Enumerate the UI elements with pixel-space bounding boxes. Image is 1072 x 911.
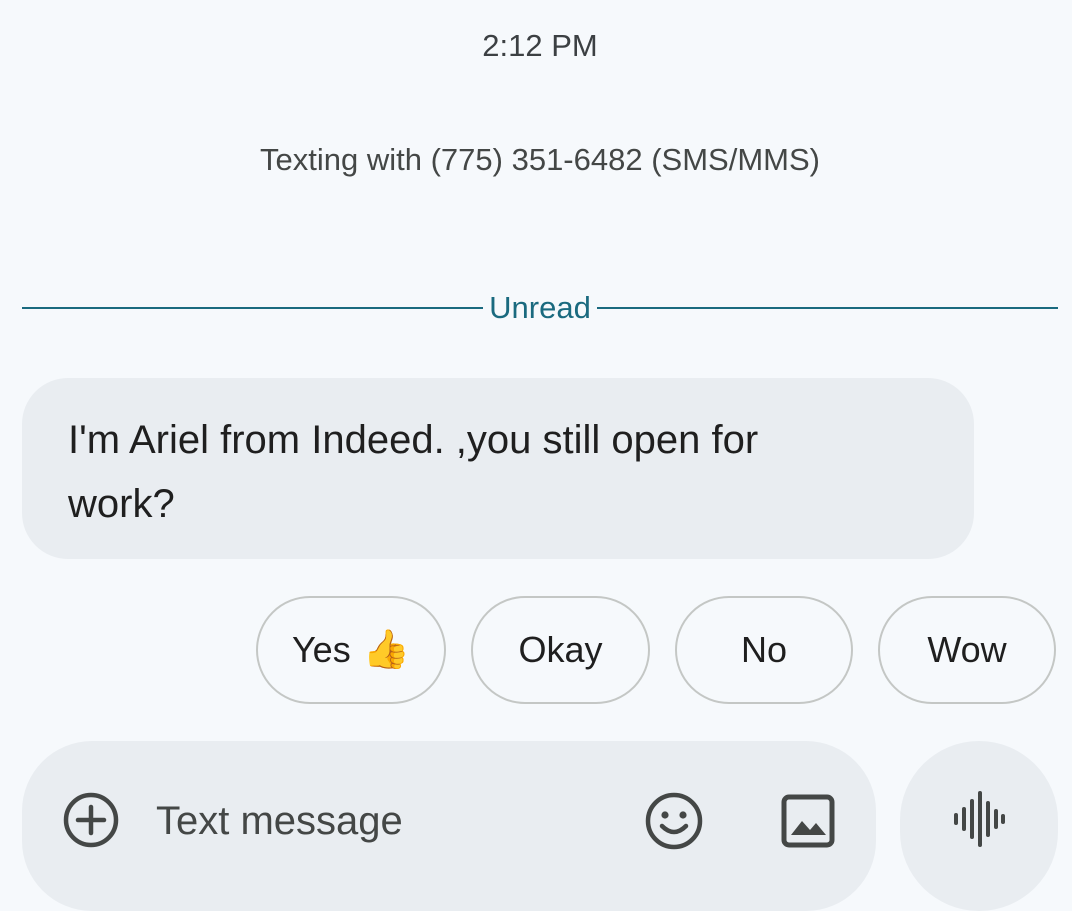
smart-reply-no[interactable]: No — [675, 596, 853, 704]
thumbs-up-icon: 👍 — [362, 629, 411, 671]
smart-reply-label: Wow — [927, 629, 1007, 670]
smart-reply-wow[interactable]: Wow — [878, 596, 1056, 704]
texting-with-label: Texting with (775) 351-6482 (SMS/MMS) — [260, 142, 820, 177]
smart-reply-okay[interactable]: Okay — [471, 596, 650, 704]
voice-message-button[interactable] — [900, 741, 1058, 911]
message-composer — [22, 741, 876, 911]
image-icon[interactable] — [780, 793, 836, 849]
add-circle-icon[interactable] — [62, 791, 120, 849]
unread-divider-line-right — [596, 307, 1058, 309]
voice-waveform-icon — [954, 791, 1005, 847]
unread-divider: Unread — [22, 288, 1058, 328]
message-text: I'm Ariel from Indeed. ,you still open f… — [68, 418, 759, 526]
unread-divider-line-left — [22, 307, 484, 309]
message-timestamp: 2:12 PM — [482, 28, 598, 63]
smart-reply-yes[interactable]: Yes 👍 — [256, 596, 446, 704]
incoming-message-bubble[interactable]: I'm Ariel from Indeed. ,you still open f… — [22, 378, 974, 559]
smart-reply-label: Okay — [518, 629, 603, 670]
text-message-input[interactable] — [156, 793, 596, 849]
emoji-icon[interactable] — [644, 791, 704, 851]
unread-label: Unread — [489, 290, 591, 325]
smart-reply-label: No — [740, 629, 788, 670]
smart-reply-label: Yes — [291, 629, 351, 670]
